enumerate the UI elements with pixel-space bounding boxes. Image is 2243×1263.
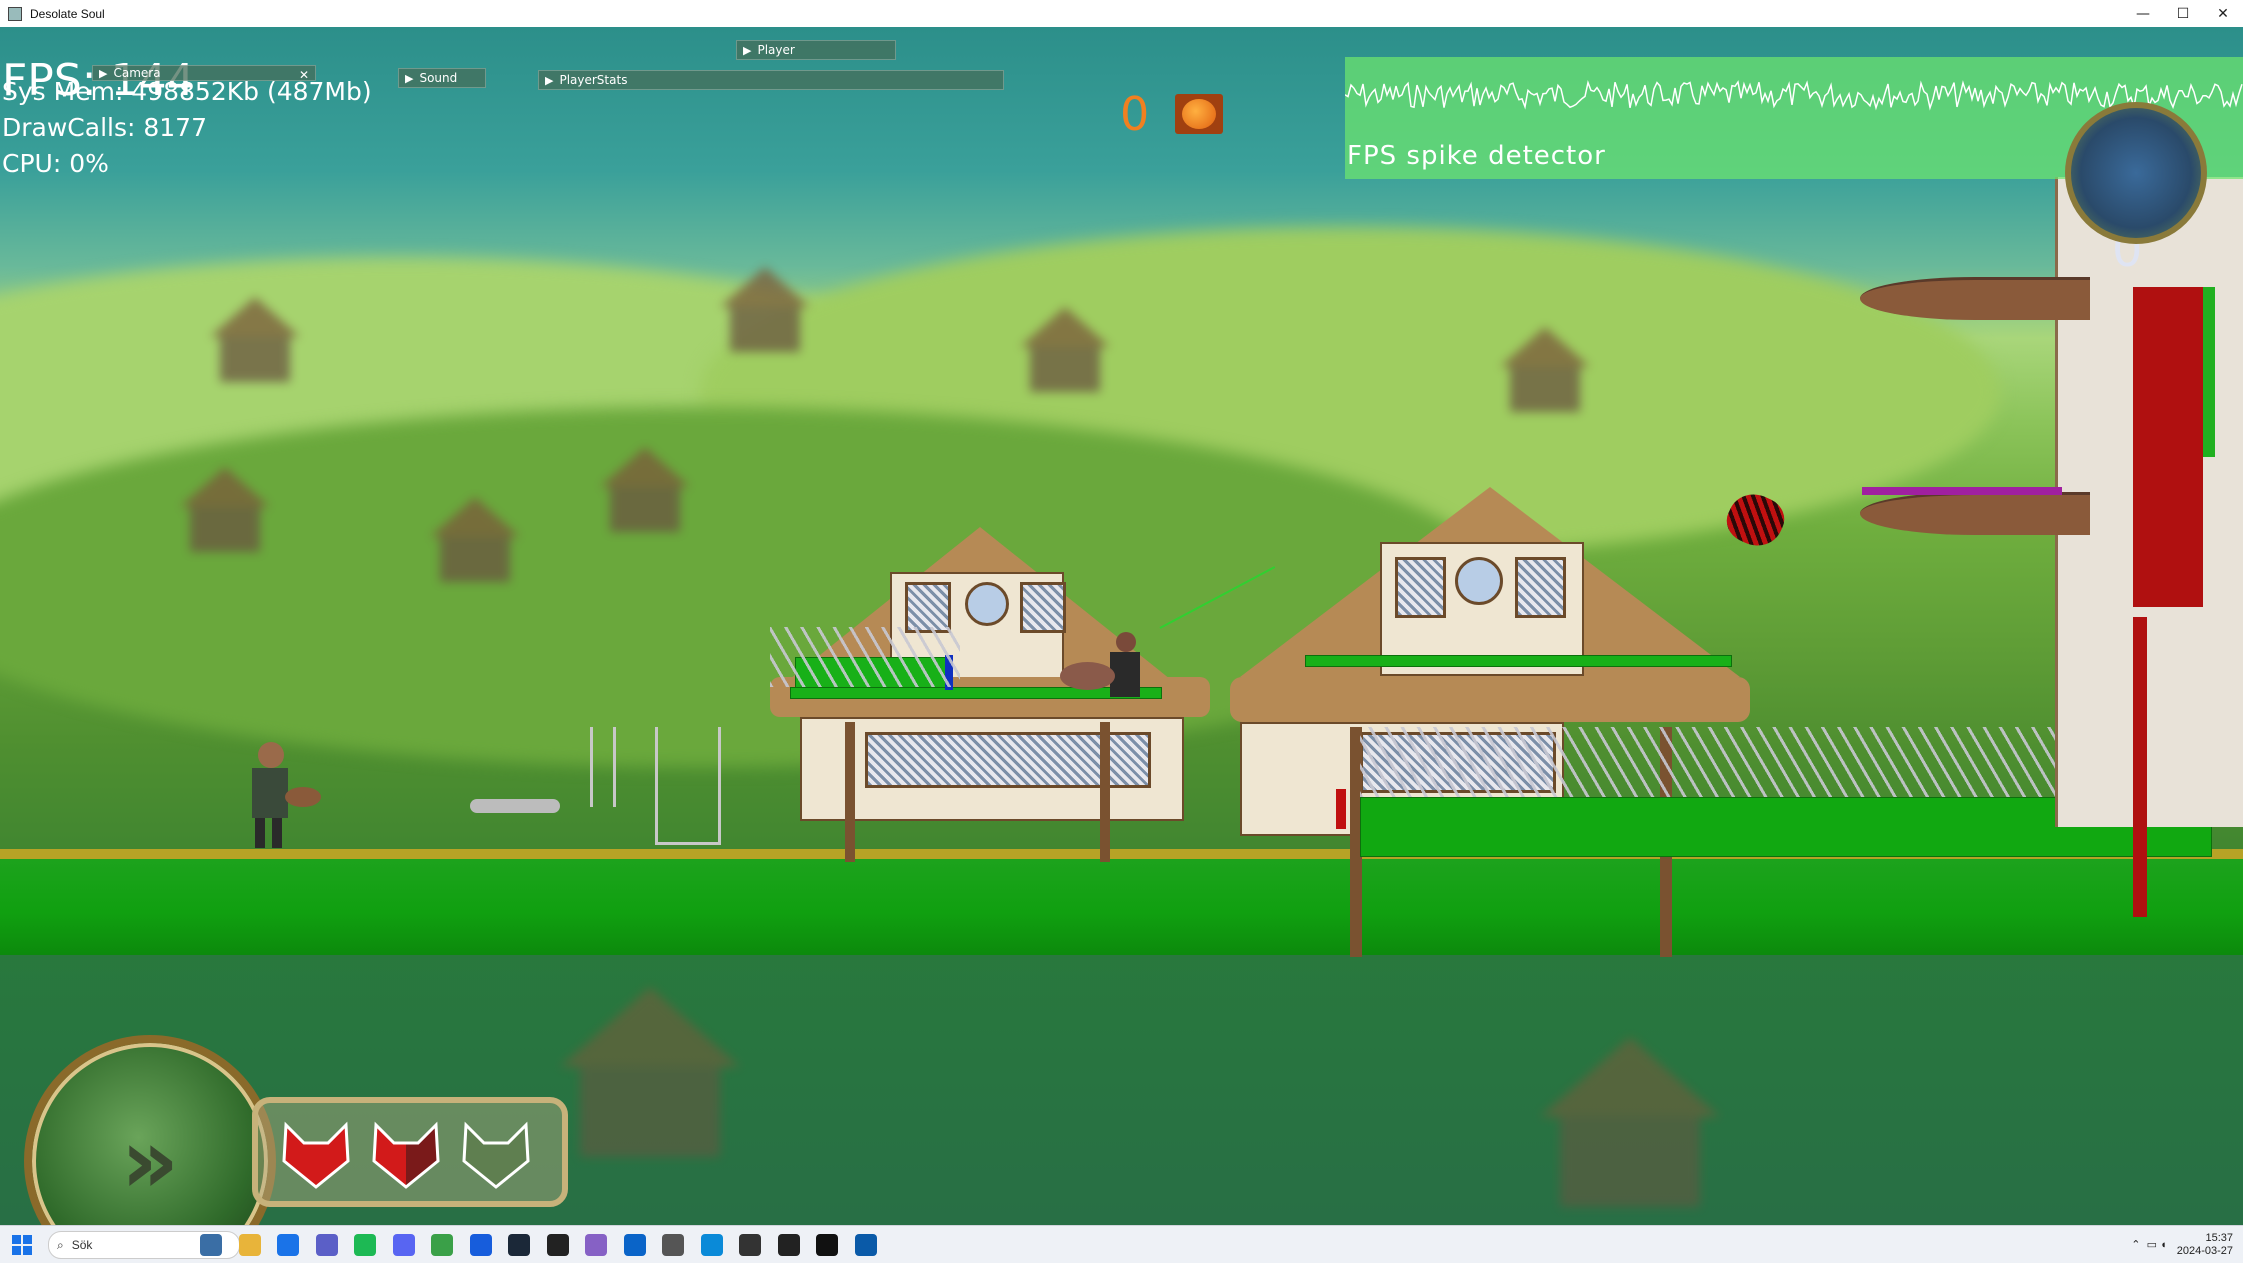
tray-chevron-icon[interactable]: ⌃ bbox=[2131, 1238, 2140, 1251]
currency-box bbox=[1175, 94, 1223, 134]
clock[interactable]: 15:37 2024-03-27 bbox=[2177, 1232, 2233, 1258]
player-character bbox=[240, 742, 321, 852]
reflection-house bbox=[1540, 1037, 1720, 1207]
bg-house bbox=[180, 467, 270, 552]
close-button[interactable]: ✕ bbox=[2203, 0, 2243, 27]
notepad-icon[interactable] bbox=[431, 1234, 453, 1256]
fps-spike-line bbox=[1345, 79, 2243, 111]
unity-icon[interactable] bbox=[546, 1234, 569, 1256]
bg-house bbox=[210, 297, 300, 382]
fox-life-empty-icon bbox=[462, 1121, 530, 1189]
bg-house bbox=[430, 497, 520, 582]
discord-icon[interactable] bbox=[392, 1234, 415, 1256]
ability-orb-icon bbox=[2065, 102, 2207, 244]
search-placeholder: Sök bbox=[71, 1238, 93, 1252]
bg-house bbox=[1500, 327, 1590, 412]
camera-panel[interactable]: ▶ Camera ✕ bbox=[92, 65, 316, 82]
app-icon bbox=[8, 6, 22, 21]
volume-icon[interactable]: ◖ bbox=[2160, 1239, 2167, 1251]
coin-icon bbox=[1182, 99, 1216, 129]
fox-life-full-icon bbox=[282, 1121, 350, 1189]
terminal-app-icon[interactable] bbox=[739, 1234, 761, 1256]
window-title: Desolate Soul bbox=[30, 6, 105, 21]
network-icon[interactable]: ▭ bbox=[2147, 1238, 2157, 1251]
clock-time: 15:37 bbox=[2205, 1231, 2233, 1244]
bg-house bbox=[720, 267, 810, 352]
lives-panel bbox=[252, 1097, 568, 1207]
ground-platform bbox=[0, 849, 2243, 955]
start-button[interactable] bbox=[12, 1235, 32, 1255]
taskbar: ⌕ Sök ⌃ ▭ ◖ 15:37 2024-03-27 bbox=[0, 1225, 2243, 1263]
reflection-house bbox=[560, 987, 740, 1157]
teams-icon[interactable] bbox=[315, 1234, 338, 1256]
file-explorer-icon[interactable] bbox=[238, 1234, 261, 1256]
sound-panel-label: Sound bbox=[419, 71, 458, 85]
steam-icon[interactable] bbox=[508, 1234, 530, 1256]
cmd-icon[interactable] bbox=[816, 1234, 838, 1256]
calculator-icon[interactable] bbox=[662, 1234, 684, 1256]
maximize-button[interactable]: ☐ bbox=[2163, 0, 2203, 27]
sound-panel[interactable]: ▶ Sound bbox=[398, 68, 486, 88]
fps-spike-label: FPS spike detector bbox=[1347, 141, 1606, 171]
bg-house bbox=[600, 447, 690, 532]
dash-chevrons-icon: » bbox=[120, 1108, 180, 1214]
training-dummy bbox=[590, 727, 616, 807]
training-rack bbox=[655, 727, 721, 845]
score-counter: 0 bbox=[1120, 87, 1150, 141]
expand-icon: ▶ bbox=[405, 71, 414, 85]
player-panel-label: Player bbox=[757, 43, 795, 57]
system-tray: ⌃ ▭ ◖ 15:37 2024-03-27 bbox=[2131, 1226, 2233, 1263]
minimize-button[interactable]: — bbox=[2123, 0, 2163, 27]
clock-date: 2024-03-27 bbox=[2176, 1244, 2233, 1257]
drawcalls-readout: DrawCalls: 8177 bbox=[2, 113, 207, 142]
sys-mem-readout: Sys Mem: 498852Kb (487Mb) bbox=[2, 77, 372, 106]
github-icon[interactable] bbox=[777, 1234, 800, 1256]
house-right bbox=[1230, 487, 1750, 957]
window-titlebar[interactable]: Desolate Soul — ☐ ✕ bbox=[0, 0, 2243, 28]
expand-icon: ▶ bbox=[743, 43, 752, 57]
camera-panel-label: Camera bbox=[113, 66, 161, 80]
widgets-icon[interactable] bbox=[200, 1234, 222, 1256]
expand-icon: ▶ bbox=[99, 66, 108, 80]
spotify-icon[interactable] bbox=[354, 1234, 376, 1256]
playerstats-panel-label: PlayerStats bbox=[559, 73, 628, 87]
game-viewport[interactable]: 0 FPS: 144 Sys Mem: 498852Kb (487Mb) Dra… bbox=[0, 27, 2243, 1225]
search-icon: ⌕ bbox=[57, 1237, 64, 1252]
tower-balcony bbox=[1860, 277, 2090, 320]
outlook-icon[interactable] bbox=[623, 1234, 646, 1256]
chrome-icon[interactable] bbox=[277, 1234, 299, 1256]
fallen-dummy bbox=[470, 799, 560, 813]
collider-platform bbox=[1305, 655, 1732, 667]
spike-field bbox=[770, 627, 960, 687]
fox-life-half-icon bbox=[372, 1121, 440, 1189]
expand-icon: ▶ bbox=[545, 73, 554, 87]
tower-balcony bbox=[1860, 492, 2090, 535]
enemy-character bbox=[1060, 632, 1160, 712]
close-icon[interactable]: ✕ bbox=[299, 68, 309, 82]
debug-marker bbox=[1862, 487, 2062, 495]
playerstats-panel[interactable]: ▶ PlayerStats bbox=[538, 70, 1004, 90]
cpu-readout: CPU: 0% bbox=[2, 149, 109, 178]
vpn-icon[interactable] bbox=[700, 1234, 723, 1256]
bitwarden-icon[interactable] bbox=[469, 1234, 492, 1256]
player-panel[interactable]: ▶ Player bbox=[736, 40, 896, 60]
desolate-soul-icon[interactable] bbox=[854, 1234, 877, 1256]
bg-house bbox=[1020, 307, 1110, 392]
visual-studio-icon[interactable] bbox=[585, 1234, 607, 1256]
debug-marker bbox=[1336, 789, 1346, 829]
